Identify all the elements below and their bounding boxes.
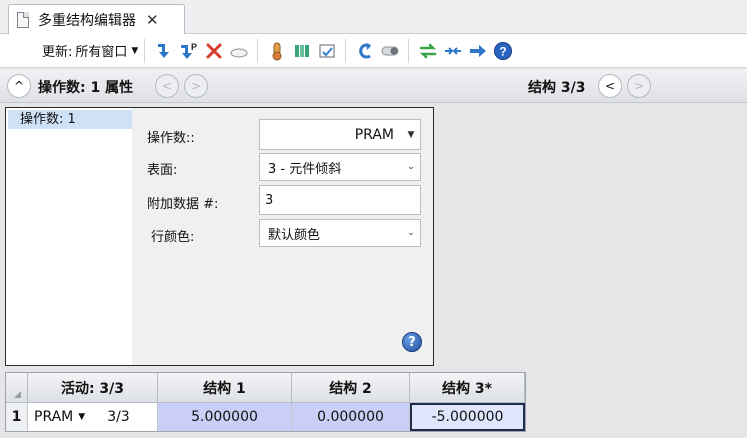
document-icon [17, 11, 29, 28]
properties-form: 操作数:: PRAM ▼ 表面: 3 - 元件倾斜 ⌄ 附加数据 #: 3 行颜… [132, 108, 433, 365]
caret-down-icon: ▼ [131, 45, 139, 56]
column-header-config-2[interactable]: 结构 2 [292, 373, 410, 403]
row-operand-ref: 3/3 [107, 409, 130, 425]
column-header-active[interactable]: 活动: 3/3 [28, 373, 158, 403]
grid-corner[interactable] [6, 373, 28, 403]
operand-nav-bar: ^ 操作数: 1 属性 < > 结构 3/3 < > [0, 69, 747, 103]
collapse-chevron-up-icon[interactable]: ^ [7, 74, 31, 98]
row-color-value: 默认颜色 [268, 227, 321, 243]
insert-config-with-pickups-icon[interactable]: P [178, 40, 200, 62]
surface-dropdown[interactable]: 3 - 元件倾斜 ⌄ [259, 153, 421, 181]
extra-data-input[interactable]: 3 [259, 185, 421, 215]
operand-type-value: PRAM [354, 126, 394, 143]
operand-properties-panel: 操作数: 1 操作数:: PRAM ▼ 表面: 3 - 元件倾斜 ⌄ 附加数据 … [5, 107, 434, 366]
operand-type-label: 操作数:: [147, 131, 195, 146]
help-icon[interactable]: ? [492, 40, 514, 62]
toolbar: 更新: 所有窗口 ▼ P ? [0, 34, 747, 68]
make-solves-icon[interactable] [291, 40, 313, 62]
cell-config-3[interactable]: -5.000000 [410, 403, 525, 431]
update-dropdown[interactable]: 所有窗口 ▼ [75, 41, 138, 60]
row-color-label: 行颜色: [151, 230, 195, 245]
table-row: PRAM ▼ 3/3 [28, 403, 158, 431]
extra-data-label: 附加数据 #: [147, 197, 219, 212]
surface-value: 3 - 元件倾斜 [268, 161, 342, 177]
column-header-config-1[interactable]: 结构 1 [158, 373, 292, 403]
operand-list: 操作数: 1 [6, 108, 132, 365]
reload-icon[interactable] [354, 40, 376, 62]
toolbar-separator [257, 38, 259, 63]
delete-configuration-icon[interactable] [203, 40, 225, 62]
toolbar-separator [345, 38, 347, 63]
toolbar-separator [408, 38, 410, 63]
row-color-dropdown[interactable]: 默认颜色 ⌄ [259, 219, 421, 247]
tab-multi-config-editor[interactable]: 多重结构编辑器 ✕ [8, 4, 185, 34]
row-number[interactable]: 1 [6, 403, 28, 431]
configuration-grid: 活动: 3/3 结构 1 结构 2 结构 3* 1 PRAM ▼ 3/3 5.0… [5, 372, 526, 432]
operand-type-dropdown[interactable]: PRAM ▼ [259, 119, 421, 150]
svg-text:?: ? [499, 44, 506, 58]
row-operand-type[interactable]: PRAM [34, 409, 73, 425]
operand-properties-title: 操作数: 1 属性 [38, 80, 134, 96]
select-config-icon[interactable] [228, 40, 250, 62]
cell-config-1[interactable]: 5.000000 [158, 403, 292, 431]
make-thermal-icon[interactable] [266, 40, 288, 62]
swap-configs-icon[interactable] [417, 40, 439, 62]
column-header-config-3[interactable]: 结构 3* [410, 373, 525, 403]
help-icon[interactable]: ? [402, 332, 422, 352]
make-table-icon[interactable] [316, 40, 338, 62]
cell-config-2[interactable]: 0.000000 [292, 403, 410, 431]
chevron-down-icon: ⌄ [407, 162, 415, 172]
next-config-chevron-icon[interactable]: > [627, 74, 651, 98]
tab-title: 多重结构编辑器 [38, 12, 136, 29]
svg-text:P: P [191, 42, 197, 52]
tab-strip: 多重结构编辑器 ✕ [0, 0, 747, 34]
caret-down-icon[interactable]: ▼ [78, 412, 85, 422]
close-icon[interactable]: ✕ [146, 11, 159, 29]
prev-operand-chevron-icon[interactable]: < [155, 74, 179, 98]
extra-data-value: 3 [265, 192, 274, 208]
prev-config-chevron-icon[interactable]: < [598, 74, 622, 98]
next-operand-chevron-icon[interactable]: > [184, 74, 208, 98]
caret-down-icon: ▼ [407, 129, 415, 140]
update-dropdown-value: 所有窗口 [75, 45, 128, 60]
update-label: 更新: [42, 45, 73, 60]
next-config-icon[interactable] [467, 40, 489, 62]
toolbar-separator [144, 38, 146, 63]
insert-configuration-icon[interactable] [153, 40, 175, 62]
chevron-down-icon: ⌄ [407, 228, 415, 238]
configuration-indicator: 结构 3/3 [528, 80, 586, 96]
surface-label: 表面: [147, 163, 178, 178]
operand-list-item[interactable]: 操作数: 1 [8, 110, 132, 129]
pickup-chain-icon[interactable] [442, 40, 464, 62]
toggle-icon[interactable] [379, 40, 401, 62]
